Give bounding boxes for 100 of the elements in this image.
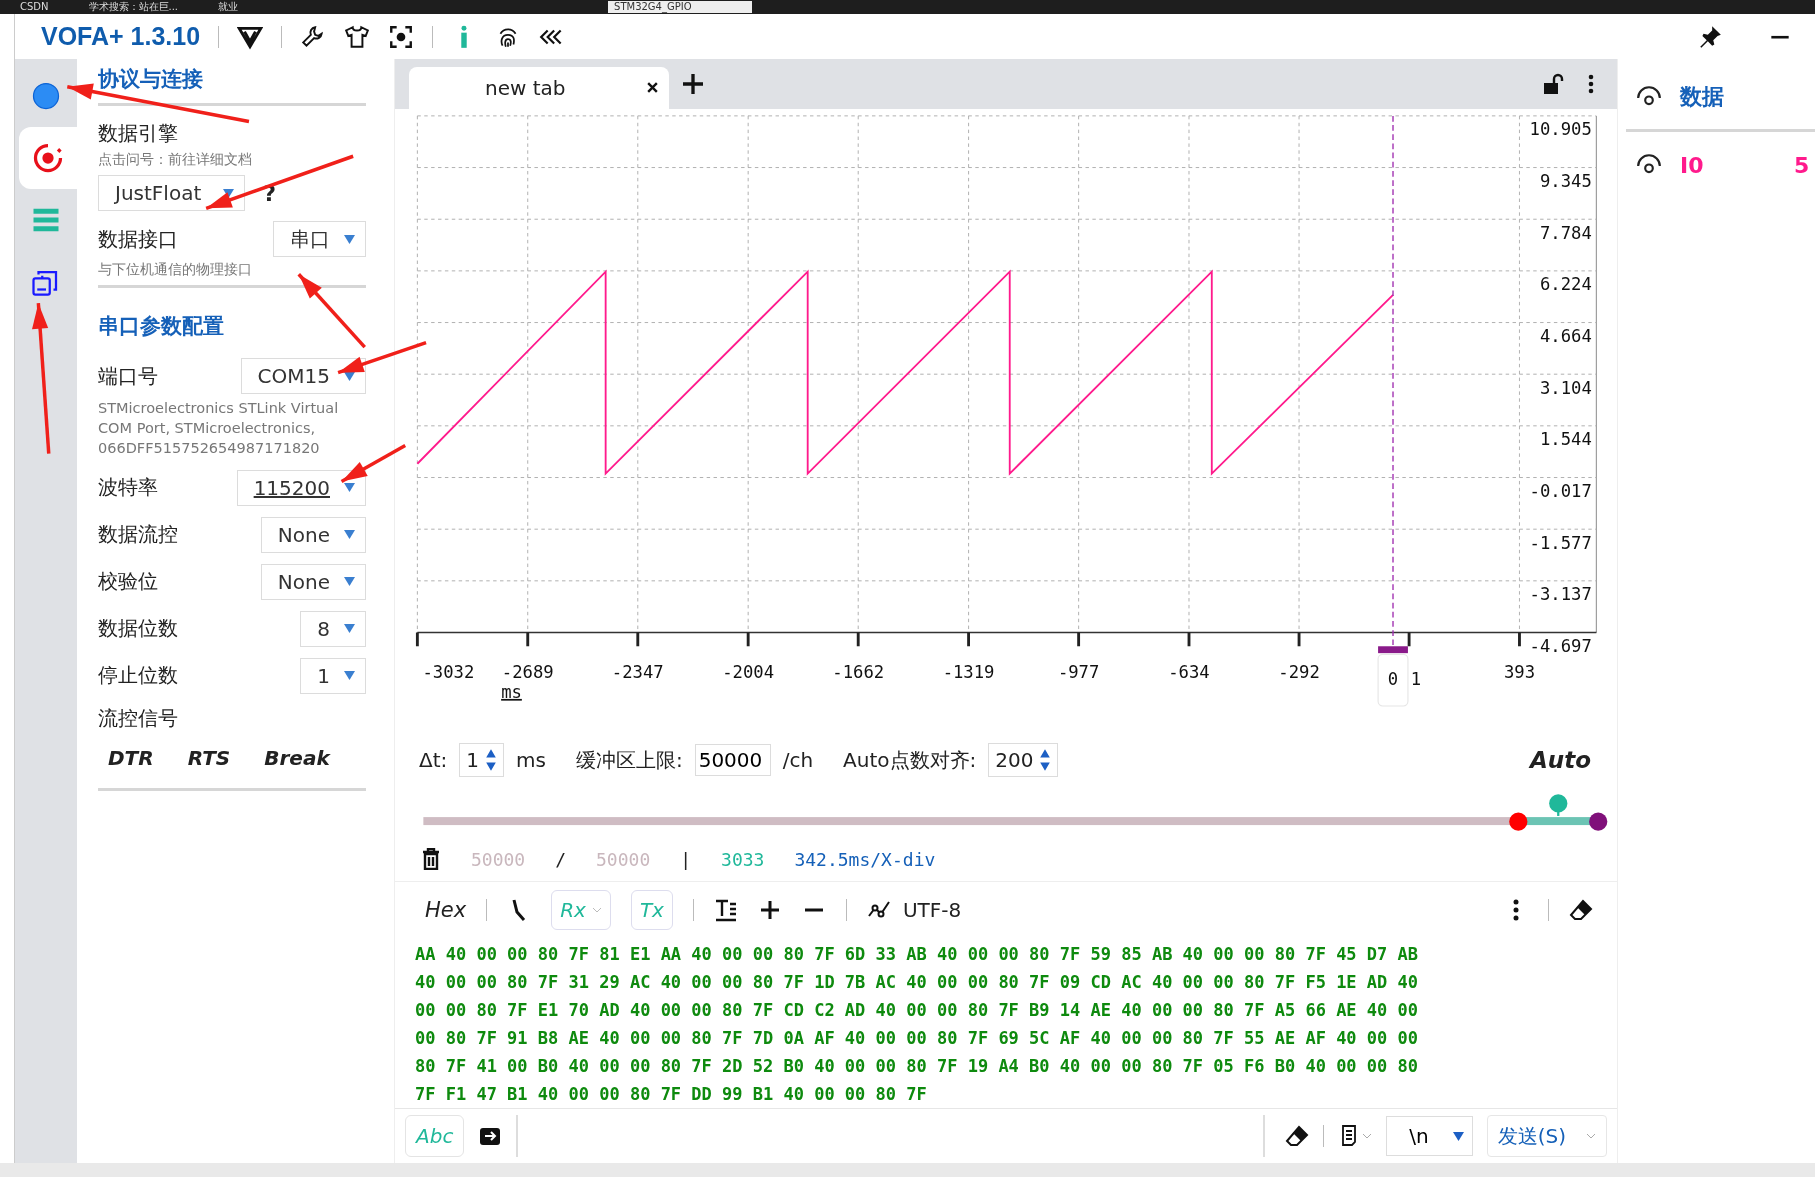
axis-label: -977 <box>1057 662 1100 682</box>
section-title: 协议与连接 <box>98 66 203 93</box>
browser-tab[interactable]: CSDN <box>20 1 49 13</box>
field-label: 流控信号 <box>98 705 179 732</box>
buffer-field[interactable]: 50000 <box>694 744 771 777</box>
signal-button[interactable]: DTR <box>108 746 154 770</box>
hint-text: 点击问号：前往详细文档 <box>98 151 253 169</box>
engine-dropdown[interactable]: JustFloat <box>98 175 246 211</box>
pan-handle[interactable] <box>1549 794 1568 816</box>
circle-icon <box>31 81 61 111</box>
focus-icon[interactable] <box>388 23 415 50</box>
caret-icon <box>344 371 355 381</box>
caret-icon <box>344 624 355 633</box>
port-dropdown[interactable]: COM15 <box>240 358 366 394</box>
cursor-handle[interactable] <box>1378 645 1408 653</box>
axis-label: 393 <box>1503 662 1535 682</box>
caret-icon <box>344 234 355 244</box>
field-label: 波特率 <box>98 474 158 501</box>
chevron-icon <box>591 907 602 914</box>
close-icon[interactable] <box>646 81 659 95</box>
field-label: 数据位数 <box>98 615 178 642</box>
field-label: 数据接口 <box>98 225 178 253</box>
axis-label: -634 <box>1168 662 1210 682</box>
axis-label: -3.137 <box>1529 583 1592 604</box>
trash-icon[interactable] <box>421 848 441 871</box>
param-dropdown[interactable]: None <box>260 563 366 600</box>
param-dropdown[interactable]: 1 <box>300 657 366 694</box>
spin-arrows-icon[interactable] <box>485 748 497 773</box>
target-icon <box>33 143 63 173</box>
annotation-arrow <box>340 444 407 483</box>
encoding-label[interactable]: UTF-8 <box>902 898 962 923</box>
point-count: 3033 <box>721 848 765 870</box>
rail-tab[interactable] <box>19 127 77 189</box>
hint-text: 与下位机通信的物理接口 <box>98 261 253 279</box>
axis-label: 7.784 <box>1539 222 1592 243</box>
unlock-icon[interactable] <box>1541 71 1565 96</box>
axis-label: -1319 <box>942 662 995 682</box>
separator-text: / <box>555 848 567 870</box>
param-dropdown[interactable]: 115200 <box>236 469 366 506</box>
tab[interactable]: new tab <box>409 66 669 109</box>
axis-label: 4.664 <box>1539 325 1592 346</box>
axis-label: -1.577 <box>1529 532 1592 553</box>
control-label: 缓冲区上限: <box>575 746 683 774</box>
app-title: VOFA+ 1.3.10 <box>41 22 201 51</box>
spin-arrows-icon[interactable] <box>1039 748 1052 773</box>
line-ending-dropdown[interactable]: \n <box>1386 1116 1473 1157</box>
signal-button[interactable]: Break <box>264 746 330 770</box>
auto-button[interactable]: Auto <box>1530 747 1591 774</box>
port-description: STMicroelectronics STLink Virtual COM Port, STMicroelectronics, 066DFF515752654987171820 <box>98 399 340 458</box>
param-dropdown[interactable]: 8 <box>300 610 366 647</box>
axis-label: -292 <box>1278 662 1320 682</box>
caret-icon <box>344 671 355 680</box>
format-button[interactable]: Hex <box>425 898 467 923</box>
axis-label: -4.697 <box>1529 635 1592 656</box>
channel-value: 5 <box>1794 152 1810 178</box>
caret-icon <box>1452 1131 1464 1141</box>
section-title: 串口参数配置 <box>98 313 224 340</box>
axis-label: 9.345 <box>1539 170 1592 191</box>
interface-dropdown[interactable]: 串口 <box>273 221 366 257</box>
eraser-icon[interactable] <box>1569 898 1593 923</box>
panel-title: 数据 <box>1680 83 1724 111</box>
buffer-capacity: 50000 <box>596 848 651 870</box>
axis-label: 1.544 <box>1539 428 1592 449</box>
scale-text: 342.5ms/X-div <box>794 848 936 870</box>
end-handle[interactable] <box>1589 812 1608 831</box>
axis-label: -1662 <box>832 662 885 682</box>
axis-label: -2347 <box>611 662 664 682</box>
channel-name[interactable]: I0 <box>1680 152 1776 178</box>
control-label: Δt: <box>419 748 448 773</box>
start-handle[interactable] <box>1509 812 1528 831</box>
caret-icon <box>344 577 355 586</box>
unit-label: ms <box>516 748 546 773</box>
param-dropdown[interactable]: None <box>260 516 366 553</box>
separator-text: | <box>680 848 692 870</box>
text-format-icon[interactable] <box>713 898 738 923</box>
dt-spinbox[interactable]: 1 <box>459 743 504 778</box>
field-label: 数据流控 <box>98 521 178 548</box>
axis-unit: ms <box>501 681 522 702</box>
control-label: Auto点数对齐: <box>843 746 977 774</box>
send-button[interactable]: 发送(S) <box>1486 1115 1607 1158</box>
eraser-icon[interactable] <box>1285 1124 1310 1149</box>
axis-label: 3.104 <box>1539 377 1592 398</box>
cursor-tick-label: 1 <box>1410 668 1422 689</box>
axis-label: 6.224 <box>1539 274 1592 294</box>
project-dropdown[interactable]: STM32G4_GPIO <box>608 1 752 13</box>
axis-label: -2004 <box>722 662 775 682</box>
browser-tab[interactable]: 学术搜索：站在巨... <box>88 1 179 13</box>
shirt-icon[interactable] <box>344 23 371 50</box>
field-label: 停止位数 <box>98 662 178 689</box>
field-label: 校验位 <box>98 568 158 595</box>
field-label: 端口号 <box>98 362 158 390</box>
browser-tab[interactable]: 就业 <box>218 1 239 13</box>
chevron-icon <box>1586 1133 1596 1140</box>
axis-label: -3032 <box>422 662 475 682</box>
receive-log: AA 40 00 00 80 7F 81 E1 AA 40 00 00 80 7F 6D 33 AB 40 00 00 80 7F 59 85 AB 40 00 00 80 7F 45 D7 AB 40 00 00 80 7F 31 29 AC 40 00 00 80 7F 1D 7B AC 40 00 00 80 7F 09 CD AC 40 00 00 80 7F F5 1E AD 40 00 00 80 7F E1 70 AD 40 00 00 80 7F CD C2 AD 40 00 00 80 7F B9 14 AE 40 00 00 80 7F A5 66 AE 40 00 00 80 7F 91 B8 AE 40 00 00 80 7F 7D 0A AF 40 00 00 80 7F 69 5C AF 40 00 00 80 7F 55 AE AF 40 00 00 80 7F 41 00 B0 40 00 00 80 7F 2D 52 B0 40 00 00 80 7F 19 A4 B0 40 00 00 80 7F 05 F6 B0 40 00 00 80 7F F1 47 B1 40 00 00 80 7F DD 99 B1 40 00 00 80 7F <box>395 937 1617 1110</box>
signal-button[interactable]: RTS <box>187 746 231 770</box>
caret-icon <box>344 530 355 539</box>
add-tab-icon[interactable] <box>683 73 703 94</box>
buffer-count: 50000 <box>471 848 526 870</box>
align-spinbox[interactable]: 200 <box>988 743 1059 778</box>
